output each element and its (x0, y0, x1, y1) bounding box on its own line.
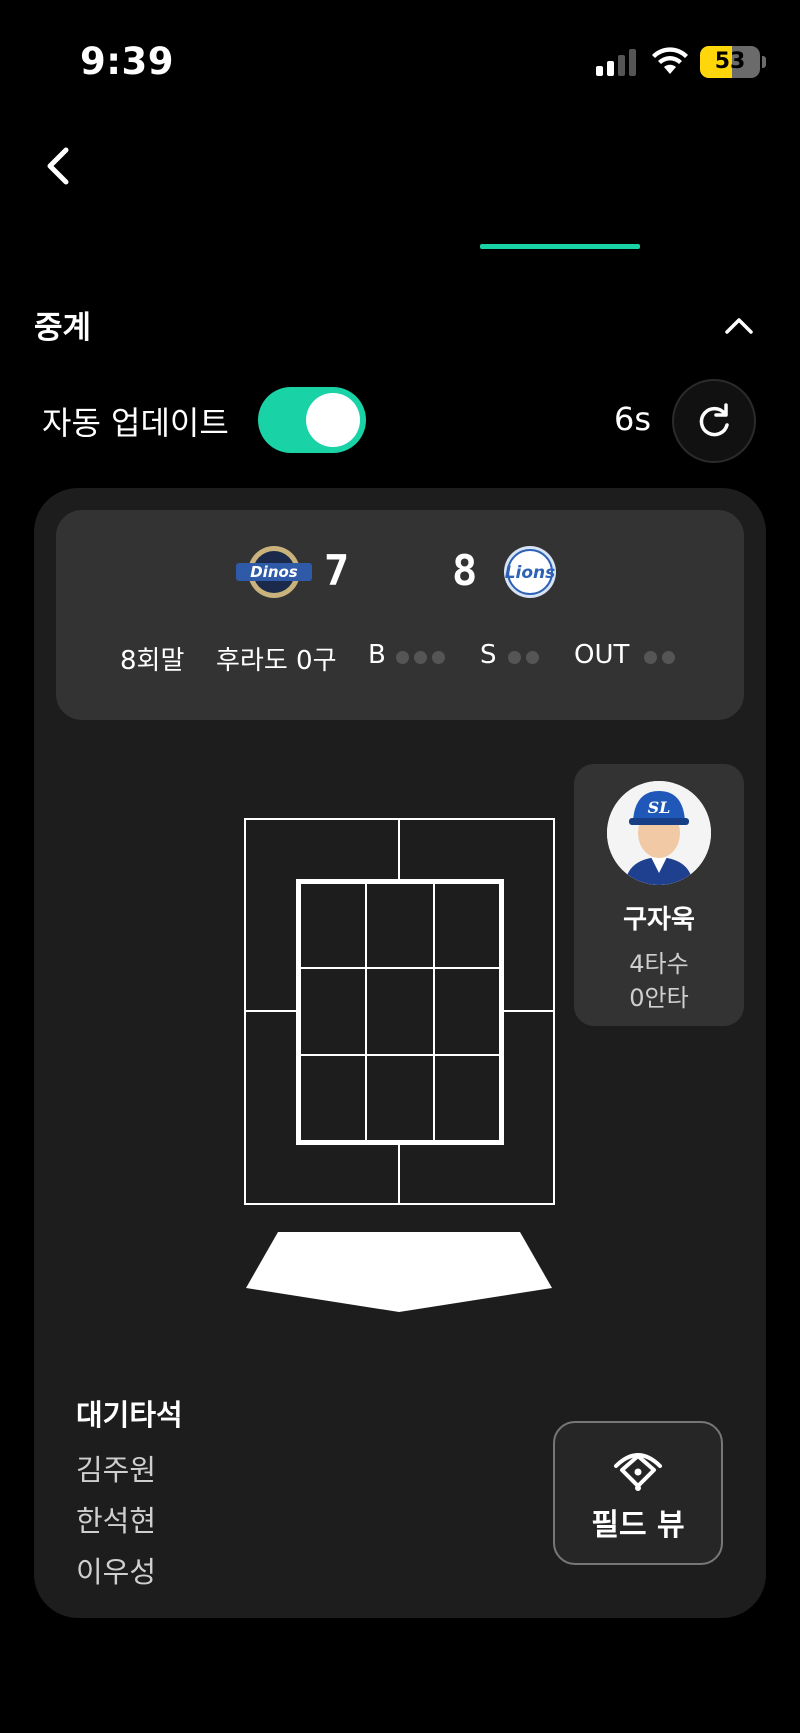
on-deck-player: 한석현 (76, 1504, 157, 1538)
auto-update-label: 자동 업데이트 (42, 404, 229, 442)
batter-at-bats: 4타수 (629, 950, 689, 978)
out-count-label: OUT (574, 640, 630, 670)
zone-grid-line (365, 884, 367, 1140)
ball-dot (432, 651, 445, 664)
zone-grid-line (301, 1054, 499, 1056)
battery-level: 53 (714, 49, 746, 74)
zone-divider (504, 1010, 555, 1012)
scoreboard (56, 510, 744, 720)
back-chevron-icon[interactable] (40, 144, 76, 188)
out-dot (662, 651, 675, 664)
active-tab-indicator (480, 244, 640, 249)
inning-label: 8회말 (120, 646, 185, 676)
refresh-icon (699, 403, 729, 437)
on-deck-player: 이우성 (76, 1555, 157, 1589)
zone-grid-line (433, 884, 435, 1140)
on-deck-player: 김주원 (76, 1453, 157, 1487)
field-view-label: 필드 뷰 (591, 1508, 685, 1543)
away-score: 7 (324, 546, 350, 595)
home-plate-icon (246, 1232, 552, 1312)
wifi-icon (652, 47, 688, 74)
batter-name: 구자욱 (623, 905, 695, 935)
refresh-countdown: 6s (614, 400, 652, 438)
cellular-signal-icon (596, 48, 638, 76)
on-deck-title: 대기타석 (76, 1398, 183, 1432)
battery-nub (762, 56, 766, 68)
ball-dot (396, 651, 409, 664)
pitcher-info: 후라도 0구 (216, 646, 337, 676)
toggle-knob (306, 393, 360, 447)
strike-count-label: S (480, 640, 497, 670)
home-logo-text: Lions (505, 563, 556, 583)
nc-dinos-logo: Dinos (236, 546, 312, 598)
zone-divider (398, 818, 400, 879)
section-title: 중계 (34, 310, 92, 346)
baseball-field-icon (614, 1453, 662, 1491)
away-logo-text: Dinos (250, 563, 298, 581)
ball-dot (414, 651, 427, 664)
batter-avatar: SL (607, 781, 711, 885)
ball-count-label: B (368, 640, 386, 670)
battery-icon: 53 (700, 46, 760, 78)
out-dot (644, 651, 657, 664)
strike-dot (508, 651, 521, 664)
samsung-lions-logo: Lions (504, 546, 556, 598)
refresh-button[interactable] (672, 379, 756, 463)
svg-text:SL: SL (648, 798, 671, 817)
home-score: 8 (452, 546, 478, 595)
zone-divider (398, 1145, 400, 1205)
strike-dot (526, 651, 539, 664)
status-time: 9:39 (80, 40, 175, 83)
zone-grid-line (301, 967, 499, 969)
chevron-up-icon[interactable] (722, 312, 756, 338)
zone-divider (244, 1010, 296, 1012)
batter-hits: 0안타 (629, 984, 689, 1012)
auto-update-toggle[interactable] (258, 387, 366, 453)
strike-zone-inner (296, 879, 504, 1145)
